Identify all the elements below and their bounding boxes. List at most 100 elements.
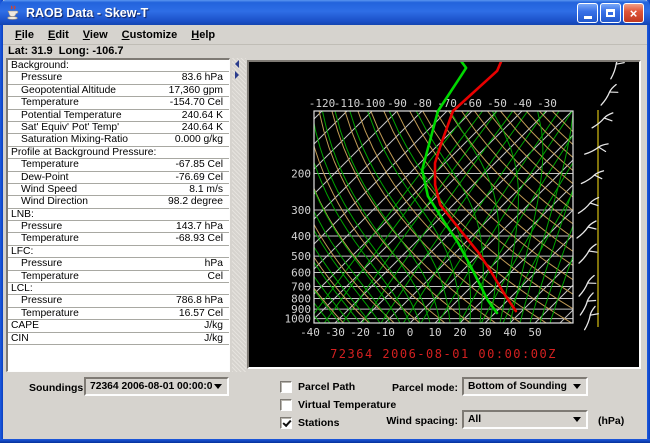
parcel-mode-combobox[interactable]: Bottom of Sounding (462, 377, 588, 396)
title-bar[interactable]: RAOB Data - Skew-T × (0, 0, 650, 25)
table-row: Sat' Equiv' Pot' Temp' 240.64 K (8, 122, 229, 134)
svg-text:-90: -90 (387, 97, 407, 110)
row-label: Pressure (21, 72, 62, 84)
lat-long-label: Lat: 31.9 Long: -106.7 (8, 45, 124, 57)
table-row: TemperatureCel (8, 271, 229, 283)
row-label: Pressure (21, 295, 62, 307)
table-row: Saturation Mixing-Ratio 0.000 g/kg (8, 134, 229, 146)
soundings-combobox[interactable]: 72364 2006-08-01 00:00:00Z (84, 377, 229, 396)
collapse-left-icon[interactable] (235, 60, 239, 68)
chevron-down-icon (214, 384, 222, 393)
close-button[interactable]: × (623, 3, 644, 23)
row-label: Pressure (21, 221, 62, 233)
menu-item-help[interactable]: Help (184, 27, 222, 43)
row-value: -68.93 Cel (175, 233, 223, 245)
menu-bar: FileEditViewCustomizeHelp (3, 25, 647, 45)
row-value: J/kg (204, 320, 223, 332)
svg-text:600: 600 (291, 267, 311, 280)
row-label: Wind Speed (21, 184, 77, 196)
row-label: CIN (11, 333, 29, 345)
row-value: -76.69 Cel (175, 172, 223, 184)
wind-spacing-combobox[interactable]: All (462, 410, 588, 429)
table-row: CINJ/kg (8, 333, 229, 345)
row-label: Sat' Equiv' Pot' Temp' (21, 122, 119, 134)
row-value: 143.7 hPa (176, 221, 223, 233)
row-label: Dew-Point (21, 172, 69, 184)
svg-text:200: 200 (291, 167, 311, 180)
table-row: Geopotential Altitude 17,360 gpm (8, 85, 229, 97)
window-border-left (0, 0, 3, 443)
row-value: -67.85 Cel (175, 159, 223, 171)
checkbox-label: Virtual Temperature (298, 399, 396, 411)
chevron-down-icon (573, 384, 581, 393)
checkbox-label: Stations (298, 417, 339, 429)
table-row: Wind Direction98.2 degree (8, 196, 229, 208)
row-value: 17,360 gpm (169, 85, 223, 97)
row-label: LFC: (11, 246, 33, 258)
table-row: Profile at Background Pressure: (8, 147, 229, 159)
row-label: Temperature (21, 308, 79, 320)
row-value: -154.70 Cel (170, 97, 223, 109)
row-label: LCL: (11, 283, 33, 295)
table-row: Pressure786.8 hPa (8, 295, 229, 307)
checkbox-row-virtual-temperature[interactable]: Virtual Temperature (280, 398, 396, 412)
checkbox-row-parcel-path[interactable]: Parcel Path (280, 380, 355, 394)
row-value: 98.2 degree (168, 196, 223, 208)
menu-item-view[interactable]: View (76, 27, 115, 43)
wind-barb-icon (598, 85, 620, 106)
svg-text:-80: -80 (412, 97, 432, 110)
menu-item-file[interactable]: File (8, 27, 41, 43)
svg-text:50: 50 (528, 326, 541, 339)
chart-caption: 72364 2006-08-01 00:00:00Z (330, 347, 557, 361)
svg-text:-30: -30 (325, 326, 345, 339)
checkbox-row-stations[interactable]: Stations (280, 416, 339, 430)
svg-text:-10: -10 (375, 326, 395, 339)
svg-text:0: 0 (407, 326, 414, 339)
table-row: Temperature-68.93 Cel (8, 233, 229, 245)
skewt-chart-panel: -120-110-100-90-80-70-60-50-40-30-40-30-… (247, 60, 641, 369)
row-label: CAPE (11, 320, 39, 332)
split-pane-divider[interactable] (232, 58, 246, 372)
table-row: LNB: (8, 209, 229, 221)
collapse-right-icon[interactable] (235, 71, 239, 79)
wind-barb-icon (592, 111, 613, 130)
row-label: Geopotential Altitude (21, 85, 116, 97)
table-row: Pressure hPa (8, 258, 229, 270)
soundings-value: 72364 2006-08-01 00:00:00Z (86, 381, 212, 392)
svg-text:300: 300 (291, 204, 311, 217)
menu-item-customize[interactable]: Customize (115, 27, 185, 43)
minimize-button[interactable] (577, 3, 598, 23)
maximize-button[interactable] (600, 3, 621, 23)
checked-checkbox[interactable] (280, 417, 292, 429)
row-label: Background: (11, 60, 69, 72)
wind-barb-icon (578, 196, 598, 214)
row-label: Temperature (21, 159, 79, 171)
svg-text:-120: -120 (309, 97, 336, 110)
svg-text:400: 400 (291, 230, 311, 243)
table-row: Temperature-154.70 Cel (8, 97, 229, 109)
row-value: hPa (205, 258, 223, 270)
table-row: Pressure 143.7 hPa (8, 221, 229, 233)
row-value: 8.1 m/s (189, 184, 223, 196)
svg-text:-50: -50 (487, 97, 507, 110)
chevron-down-icon (573, 417, 581, 426)
svg-text:-110: -110 (334, 97, 361, 110)
svg-text:-20: -20 (350, 326, 370, 339)
row-value: 240.64 K (182, 122, 223, 134)
row-label: Saturation Mixing-Ratio (21, 134, 128, 146)
row-label: Pressure (21, 258, 62, 270)
checkbox-label: Parcel Path (298, 381, 355, 393)
table-row: Background: (8, 60, 229, 72)
table-row: Wind Speed 8.1 m/s (8, 184, 229, 196)
table-row: CAPE J/kg (8, 320, 229, 332)
unchecked-checkbox[interactable] (280, 399, 292, 411)
row-value: 0.000 g/kg (175, 134, 223, 146)
table-row: LCL: (8, 283, 229, 295)
menu-item-edit[interactable]: Edit (41, 27, 76, 43)
svg-text:-40: -40 (512, 97, 532, 110)
sounding-data-table: Background:Pressure83.6 hPaGeopotential … (6, 58, 230, 372)
wind-barb-icon (577, 221, 596, 238)
svg-text:40: 40 (503, 326, 516, 339)
wind-barb-icon (577, 244, 598, 263)
unchecked-checkbox[interactable] (280, 381, 292, 393)
